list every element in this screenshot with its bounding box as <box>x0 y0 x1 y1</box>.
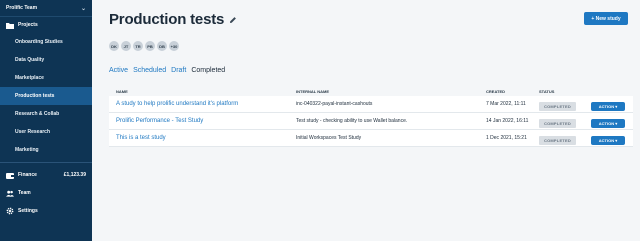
table-row[interactable]: A study to help prolific understand it's… <box>109 96 633 113</box>
sidebar-item-research-collab[interactable]: Research & Collab <box>0 105 92 123</box>
avatar-overflow[interactable]: +30 <box>169 41 179 51</box>
gear-icon <box>6 207 14 215</box>
sidebar-item-marketplace[interactable]: Marketplace <box>0 69 92 87</box>
sidebar-item-label: Marketplace <box>15 75 44 81</box>
table-row[interactable]: Prolific Performance - Test Study Test s… <box>109 113 633 130</box>
column-header-status[interactable]: STATUS <box>539 89 591 94</box>
sidebar-item-label: Onboarding Studies <box>15 39 63 45</box>
avatar[interactable]: JT <box>121 41 131 51</box>
action-button[interactable]: ACTION ▾ <box>591 119 625 128</box>
tab-scheduled[interactable]: Scheduled <box>133 67 166 74</box>
created-date: 7 Mar 2022, 11:11 <box>486 101 526 107</box>
column-header-created[interactable]: CREATED <box>486 89 539 94</box>
tab-active[interactable]: Active <box>109 67 128 74</box>
avatar[interactable]: DK <box>109 41 119 51</box>
chevron-down-icon: ⌄ <box>80 5 86 12</box>
team-name: Prolific Team <box>6 5 38 11</box>
collaborator-avatars: DK JT TR PB DB +30 <box>109 41 181 51</box>
users-icon <box>6 189 14 197</box>
avatar[interactable]: PB <box>145 41 155 51</box>
sidebar-item-team[interactable]: Team <box>0 184 92 202</box>
settings-label: Settings <box>18 208 38 214</box>
sidebar-item-label: User Research <box>15 129 51 135</box>
status-badge: COMPLETED <box>539 119 576 128</box>
status-badge: COMPLETED <box>539 136 576 145</box>
study-name-link[interactable]: A study to help prolific understand it's… <box>109 101 296 107</box>
sidebar-item-finance[interactable]: Finance £1,123.39 <box>0 166 92 184</box>
status-badge: COMPLETED <box>539 102 576 111</box>
new-study-button[interactable]: + New study <box>584 12 628 25</box>
column-header-name[interactable]: NAME <box>109 89 296 94</box>
study-name-link[interactable]: This is a test study <box>109 135 296 141</box>
folder-icon <box>6 22 14 29</box>
internal-name: Initial Workspaces Test Study <box>296 135 362 141</box>
study-name-link[interactable]: Prolific Performance - Test Study <box>109 118 296 124</box>
table-row[interactable]: This is a test study Initial Workspaces … <box>109 130 633 147</box>
projects-label: Projects <box>18 22 38 28</box>
sidebar-item-settings[interactable]: Settings <box>0 202 92 220</box>
sidebar-item-production-tests[interactable]: Production tests <box>0 87 92 105</box>
action-button[interactable]: ACTION ▾ <box>591 102 625 111</box>
avatar[interactable]: TR <box>133 41 143 51</box>
pencil-icon[interactable] <box>229 16 237 24</box>
sidebar-item-marketing[interactable]: Marketing <box>0 141 92 159</box>
wallet-icon <box>6 171 14 179</box>
projects-header[interactable]: Projects <box>0 17 92 33</box>
created-date: 14 Jan 2022, 16:11 <box>486 118 529 124</box>
sidebar-item-label: Data Quality <box>15 57 45 63</box>
internal-name: inc-040322-payal-instant-cashouts <box>296 101 373 107</box>
sidebar-item-data-quality[interactable]: Data Quality <box>0 51 92 69</box>
title-row: Production tests <box>109 11 237 28</box>
finance-balance: £1,123.39 <box>63 172 86 178</box>
sidebar-item-onboarding-studies[interactable]: Onboarding Studies <box>0 33 92 51</box>
sidebar: Prolific Team ⌄ Projects Onboarding Stud… <box>0 0 92 241</box>
team-label: Team <box>18 190 31 196</box>
created-date: 1 Dec 2021, 15:21 <box>486 135 527 141</box>
avatar[interactable]: DB <box>157 41 167 51</box>
sidebar-item-label: Production tests <box>15 93 55 99</box>
action-button[interactable]: ACTION ▾ <box>591 136 625 145</box>
finance-label: Finance <box>18 172 37 178</box>
sidebar-divider <box>0 162 92 163</box>
main-content: Production tests + New study DK JT TR PB… <box>92 0 640 241</box>
studies-table: NAME INTERNAL NAME CREATED STATUS A stud… <box>109 86 633 147</box>
sidebar-item-user-research[interactable]: User Research <box>0 123 92 141</box>
column-header-internal-name[interactable]: INTERNAL NAME <box>296 89 486 94</box>
tab-draft[interactable]: Draft <box>171 67 186 74</box>
page-title: Production tests <box>109 11 225 28</box>
sidebar-item-label: Research & Collab <box>15 111 60 117</box>
sidebar-item-label: Marketing <box>15 147 39 153</box>
study-tabs: Active Scheduled Draft Completed <box>109 67 230 74</box>
team-switcher[interactable]: Prolific Team ⌄ <box>0 0 92 17</box>
internal-name: Test study - checking ability to use Wal… <box>296 118 408 124</box>
tab-completed[interactable]: Completed <box>191 67 225 74</box>
